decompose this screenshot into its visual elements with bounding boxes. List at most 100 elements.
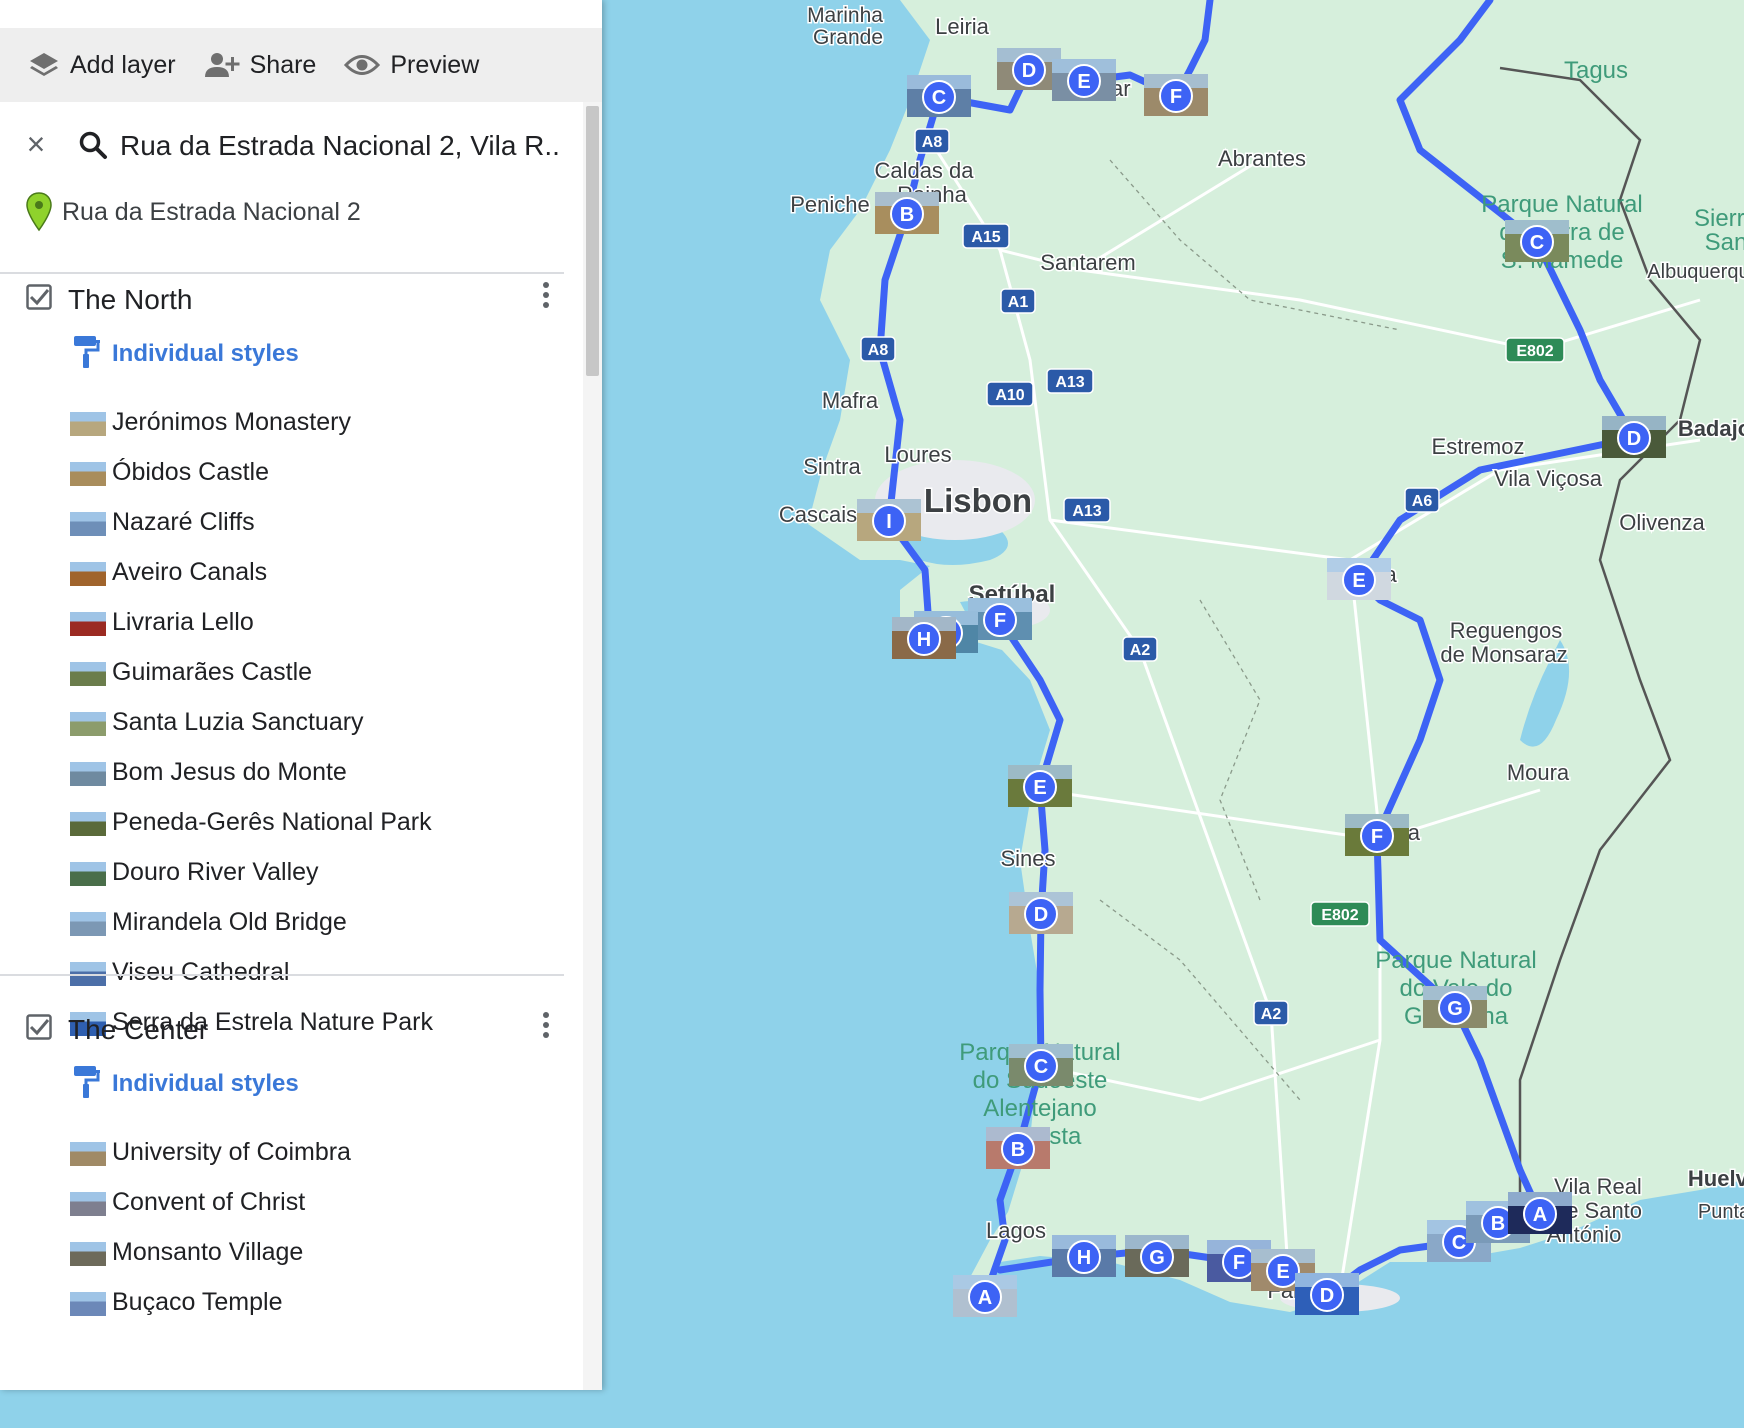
svg-text:E802: E802	[1516, 343, 1553, 360]
place-label: Lagos	[986, 1218, 1046, 1243]
stop-letter: F	[994, 610, 1006, 632]
svg-text:E802: E802	[1321, 907, 1358, 924]
svg-text:A13: A13	[1072, 503, 1101, 520]
individual-styles-link[interactable]: Individual styles	[0, 1060, 582, 1116]
layer-title[interactable]: The North	[68, 284, 193, 316]
route-stop-marker[interactable]: D	[1295, 1273, 1359, 1315]
place-item[interactable]: Douro River Valley	[0, 848, 582, 898]
place-item[interactable]: Jerónimos Monastery	[0, 398, 582, 448]
road-shield: A2	[1122, 636, 1158, 662]
place-label: Albuquerque	[1647, 261, 1744, 283]
route-stop-marker[interactable]: F	[1345, 814, 1409, 856]
stop-letter: D	[1320, 1285, 1334, 1307]
layer-title[interactable]: The Center	[68, 1014, 208, 1046]
svg-text:A2: A2	[1261, 1006, 1282, 1023]
stop-letter: F	[1233, 1252, 1245, 1274]
close-icon[interactable]: ×	[22, 128, 50, 160]
svg-text:A1: A1	[1008, 294, 1029, 311]
scrollbar[interactable]	[583, 102, 602, 1390]
place-item[interactable]: Guimarães Castle	[0, 648, 582, 698]
stop-letter: B	[1011, 1139, 1025, 1161]
route-stop-marker[interactable]: D	[1602, 416, 1666, 458]
search-input[interactable]: Rua da Estrada Nacional 2, Vila R...	[120, 130, 560, 162]
place-name: Óbidos Castle	[112, 458, 270, 486]
route-stop-marker[interactable]: B	[986, 1127, 1050, 1169]
svg-text:A10: A10	[995, 387, 1024, 404]
stop-letter: F	[1170, 86, 1182, 108]
place-item[interactable]: University of Coimbra	[0, 1128, 582, 1178]
individual-styles-link[interactable]: Individual styles	[0, 330, 582, 386]
place-thumbnail	[70, 762, 106, 786]
place-item[interactable]: Aveiro Canals	[0, 548, 582, 598]
road-shield: A15	[962, 223, 1010, 249]
park-label: Parque Natural	[1375, 947, 1536, 974]
route-stop-marker[interactable]: H	[892, 617, 956, 659]
share-button[interactable]: Share	[204, 51, 316, 80]
add-layer-button[interactable]: Add layer	[28, 51, 176, 80]
place-label: Mafra	[822, 388, 879, 413]
place-item[interactable]: Óbidos Castle	[0, 448, 582, 498]
place-item[interactable]: Buçaco Temple	[0, 1278, 582, 1328]
stop-letter: H	[917, 629, 931, 651]
place-item[interactable]: Bom Jesus do Monte	[0, 748, 582, 798]
search-result[interactable]: Rua da Estrada Nacional 2	[0, 188, 582, 248]
place-item[interactable]: Convent of Christ	[0, 1178, 582, 1228]
preview-button[interactable]: Preview	[344, 51, 479, 80]
place-thumbnail	[70, 862, 106, 886]
stop-letter: E	[1033, 777, 1046, 799]
place-item[interactable]: Livraria Lello	[0, 598, 582, 648]
place-item[interactable]: Peneda-Gerês National Park	[0, 798, 582, 848]
route-stop-marker[interactable]: G	[1125, 1235, 1189, 1277]
place-item[interactable]: Monsanto Village	[0, 1228, 582, 1278]
place-name: Aveiro Canals	[112, 558, 268, 586]
route-stop-marker[interactable]: H	[1052, 1235, 1116, 1277]
divider	[0, 974, 564, 976]
add-person-icon	[204, 53, 240, 77]
place-name: Livraria Lello	[112, 608, 254, 636]
place-name: Nazaré Cliffs	[112, 508, 255, 536]
route-stop-marker[interactable]: I	[857, 499, 921, 541]
search-icon[interactable]	[78, 130, 108, 160]
route-stop-marker[interactable]: C	[907, 75, 971, 117]
place-item[interactable]: Nazaré Cliffs	[0, 498, 582, 548]
park-label: San	[1705, 229, 1744, 256]
svg-text:A13: A13	[1055, 374, 1084, 391]
route-stop-marker[interactable]: C	[1505, 220, 1569, 262]
layers-icon	[30, 53, 58, 76]
road-shield: E802	[1310, 901, 1370, 927]
place-name: Viseu Cathedral	[112, 958, 290, 986]
route-stop-marker[interactable]: F	[1144, 74, 1208, 116]
place-label: Sintra	[803, 454, 861, 479]
more-options-icon[interactable]	[540, 1012, 552, 1044]
road-shield: A8	[914, 128, 950, 154]
route-stop-marker[interactable]: E	[1052, 59, 1116, 101]
place-label: Badajoz	[1678, 416, 1744, 441]
layers-list[interactable]: × Rua da Estrada Nacional 2, Vila R... R…	[0, 102, 582, 1390]
layers-panel: Add layer Share Preview × Rua da Estrada…	[0, 0, 602, 1390]
place-item[interactable]: Santa Luzia Sanctuary	[0, 698, 582, 748]
road-shield: A8	[860, 336, 896, 362]
stop-letter: C	[932, 87, 946, 109]
stop-letter: E	[1276, 1261, 1289, 1283]
route-stop-marker[interactable]: E	[1008, 765, 1072, 807]
route-stop-marker[interactable]: D	[997, 48, 1061, 90]
place-item[interactable]: Mirandela Old Bridge	[0, 898, 582, 948]
park-label: Alentejano	[983, 1095, 1096, 1122]
layer-checkbox[interactable]	[26, 1014, 52, 1040]
route-stop-marker[interactable]: A	[1508, 1192, 1572, 1234]
route-stop-marker[interactable]: D	[1009, 892, 1073, 934]
layer-checkbox[interactable]	[26, 284, 52, 310]
svg-text:A8: A8	[868, 342, 889, 359]
more-options-icon[interactable]	[540, 282, 552, 314]
route-stop-marker[interactable]: E	[1327, 558, 1391, 600]
route-stop-marker[interactable]: A	[953, 1275, 1017, 1317]
route-stop-marker[interactable]: C	[1009, 1044, 1073, 1086]
place-label: Caldas da	[874, 158, 974, 183]
route-stop-marker[interactable]: G	[1423, 986, 1487, 1028]
place-item[interactable]: Viseu Cathedral	[0, 948, 582, 998]
scrollbar-thumb[interactable]	[586, 106, 599, 376]
individual-styles-label: Individual styles	[112, 1070, 299, 1097]
road-shield: A10	[986, 381, 1034, 407]
route-stop-marker[interactable]: B	[875, 192, 939, 234]
preview-label: Preview	[390, 50, 480, 79]
